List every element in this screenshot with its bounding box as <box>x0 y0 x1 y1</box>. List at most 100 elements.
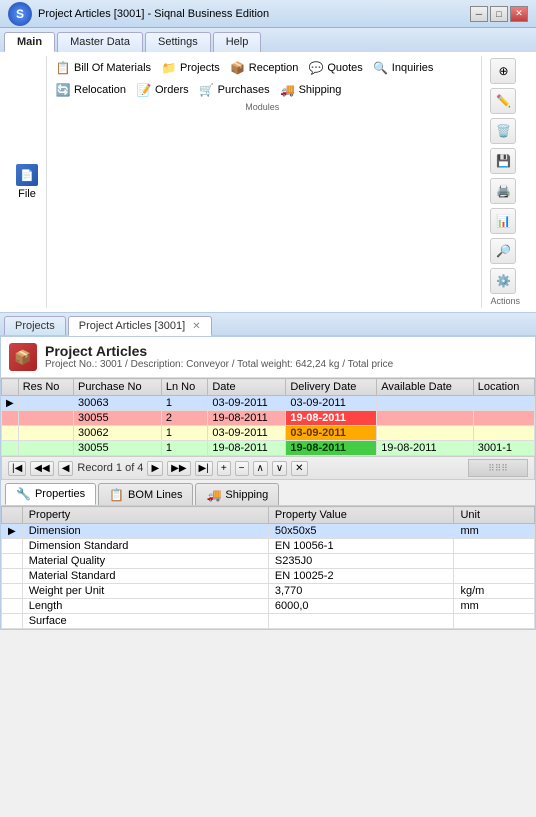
nav-first-button[interactable]: |◀ <box>8 461 26 476</box>
action-btn-5[interactable]: 🖨️ <box>490 178 516 204</box>
action-btn-8[interactable]: ⚙️ <box>490 268 516 294</box>
projects-icon: 📁 <box>161 60 177 76</box>
nav-next-button[interactable]: ▶ <box>147 461 163 476</box>
inquiries-button[interactable]: 🔍 Inquiries <box>369 58 438 78</box>
shipping-tab-icon: 🚚 <box>206 488 221 502</box>
file-button[interactable]: 📄 File <box>8 56 47 308</box>
action-btn-6[interactable]: 📊 <box>490 208 516 234</box>
props-col-unit[interactable]: Unit <box>454 507 535 524</box>
table-row[interactable]: 30055 2 19-08-2011 19-08-2011 <box>2 411 535 426</box>
table-row[interactable]: ▶ 30063 1 03-09-2011 03-09-2011 <box>2 396 535 411</box>
projects-tab[interactable]: Projects <box>4 316 66 335</box>
cell-date: 19-08-2011 <box>208 411 286 426</box>
shipping-label: Shipping <box>299 84 342 96</box>
tab-main[interactable]: Main <box>4 32 55 52</box>
orders-icon: 📝 <box>136 82 152 98</box>
list-item[interactable]: Length 6000,0 mm <box>2 599 535 614</box>
prop-indicator <box>2 569 23 584</box>
tab-bar: Projects Project Articles [3001] ✕ <box>0 313 536 336</box>
cell-location <box>473 411 534 426</box>
orders-button[interactable]: 📝 Orders <box>132 80 193 100</box>
prop-unit <box>454 614 535 629</box>
tab-help[interactable]: Help <box>213 32 262 52</box>
row-indicator <box>2 441 19 456</box>
col-available-date[interactable]: Available Date <box>377 379 474 396</box>
prop-value: 6000,0 <box>268 599 454 614</box>
list-item[interactable]: Weight per Unit 3,770 kg/m <box>2 584 535 599</box>
nav-up-button[interactable]: ∧ <box>253 461 268 476</box>
col-date[interactable]: Date <box>208 379 286 396</box>
maximize-button[interactable]: □ <box>490 6 508 22</box>
bom-lines-tab[interactable]: 📋 BOM Lines <box>98 483 193 505</box>
projects-button[interactable]: 📁 Projects <box>157 58 224 78</box>
prop-indicator: ▶ <box>2 524 23 539</box>
nav-last-button[interactable]: ▶| <box>195 461 213 476</box>
nav-next-next-button[interactable]: ▶▶ <box>167 461 190 476</box>
purchases-button[interactable]: 🛒 Purchases <box>195 80 274 100</box>
orders-label: Orders <box>155 84 189 96</box>
resize-handle[interactable]: ⠿⠿⠿ <box>468 459 528 477</box>
col-delivery-date[interactable]: Delivery Date <box>286 379 377 396</box>
props-col-property[interactable]: Property <box>22 507 268 524</box>
project-articles-tab[interactable]: Project Articles [3001] ✕ <box>68 316 212 336</box>
actions-label: Actions <box>490 296 520 306</box>
col-res-no[interactable]: Res No <box>18 379 73 396</box>
shipping-tab-label: Shipping <box>225 489 268 501</box>
prop-name: Surface <box>22 614 268 629</box>
shipping-tab[interactable]: 🚚 Shipping <box>195 483 279 505</box>
article-header-icon: 📦 <box>9 343 37 371</box>
nav-prev-prev-button[interactable]: ◀◀ <box>30 461 53 476</box>
close-button[interactable]: ✕ <box>510 6 528 22</box>
prop-indicator <box>2 554 23 569</box>
prop-indicator <box>2 599 23 614</box>
cell-ln-no: 2 <box>161 411 207 426</box>
prop-unit <box>454 539 535 554</box>
nav-prev-button[interactable]: ◀ <box>58 461 74 476</box>
ribbon-content: 📄 File 📋 Bill Of Materials 📁 Projects 📦 … <box>0 52 536 313</box>
properties-tab[interactable]: 🔧 Properties <box>5 483 96 505</box>
table-row[interactable]: 30062 1 03-09-2011 03-09-2011 <box>2 426 535 441</box>
relocation-button[interactable]: 🔄 Relocation <box>51 80 130 100</box>
nav-add-button[interactable]: + <box>217 461 231 476</box>
reception-button[interactable]: 📦 Reception <box>226 58 303 78</box>
action-btn-3[interactable]: 🗑️ <box>490 118 516 144</box>
quotes-button[interactable]: 💬 Quotes <box>304 58 366 78</box>
properties-container: Property Property Value Unit ▶ Dimension… <box>1 506 535 629</box>
action-btn-7[interactable]: 🔎 <box>490 238 516 264</box>
tab-master-data[interactable]: Master Data <box>57 32 143 52</box>
cell-res-no <box>18 441 73 456</box>
col-location[interactable]: Location <box>473 379 534 396</box>
bill-of-materials-button[interactable]: 📋 Bill Of Materials <box>51 58 155 78</box>
shipping-button[interactable]: 🚚 Shipping <box>276 80 346 100</box>
action-btn-1[interactable]: ⊕ <box>490 58 516 84</box>
properties-tab-label: Properties <box>35 488 85 500</box>
cell-date: 03-09-2011 <box>208 426 286 441</box>
tab-close-icon[interactable]: ✕ <box>192 321 200 332</box>
list-item[interactable]: Material Standard EN 10025-2 <box>2 569 535 584</box>
list-item[interactable]: ▶ Dimension 50x50x5 mm <box>2 524 535 539</box>
action-btn-2[interactable]: ✏️ <box>490 88 516 114</box>
list-item[interactable]: Material Quality S235J0 <box>2 554 535 569</box>
prop-value: EN 10025-2 <box>268 569 454 584</box>
bom-lines-tab-label: BOM Lines <box>128 489 182 501</box>
list-item[interactable]: Surface <box>2 614 535 629</box>
col-ln-no[interactable]: Ln No <box>161 379 207 396</box>
modules-items: 📋 Bill Of Materials 📁 Projects 📦 Recepti… <box>51 58 473 100</box>
nav-cancel-button[interactable]: ✕ <box>291 461 307 476</box>
list-item[interactable]: Dimension Standard EN 10056-1 <box>2 539 535 554</box>
cell-purchase-no: 30063 <box>74 396 162 411</box>
action-btn-4[interactable]: 💾 <box>490 148 516 174</box>
bill-of-materials-icon: 📋 <box>55 60 71 76</box>
cell-available-date: 19-08-2011 <box>377 441 474 456</box>
tab-settings[interactable]: Settings <box>145 32 211 52</box>
nav-remove-button[interactable]: − <box>235 461 249 476</box>
purchases-icon: 🛒 <box>199 82 215 98</box>
props-col-value[interactable]: Property Value <box>268 507 454 524</box>
table-row[interactable]: 30055 1 19-08-2011 19-08-2011 19-08-2011… <box>2 441 535 456</box>
nav-down-button[interactable]: ∨ <box>272 461 287 476</box>
col-purchase-no[interactable]: Purchase No <box>74 379 162 396</box>
row-indicator <box>2 411 19 426</box>
minimize-button[interactable]: ─ <box>470 6 488 22</box>
cell-delivery-date: 19-08-2011 <box>286 411 377 426</box>
modules-label: Modules <box>51 102 473 112</box>
